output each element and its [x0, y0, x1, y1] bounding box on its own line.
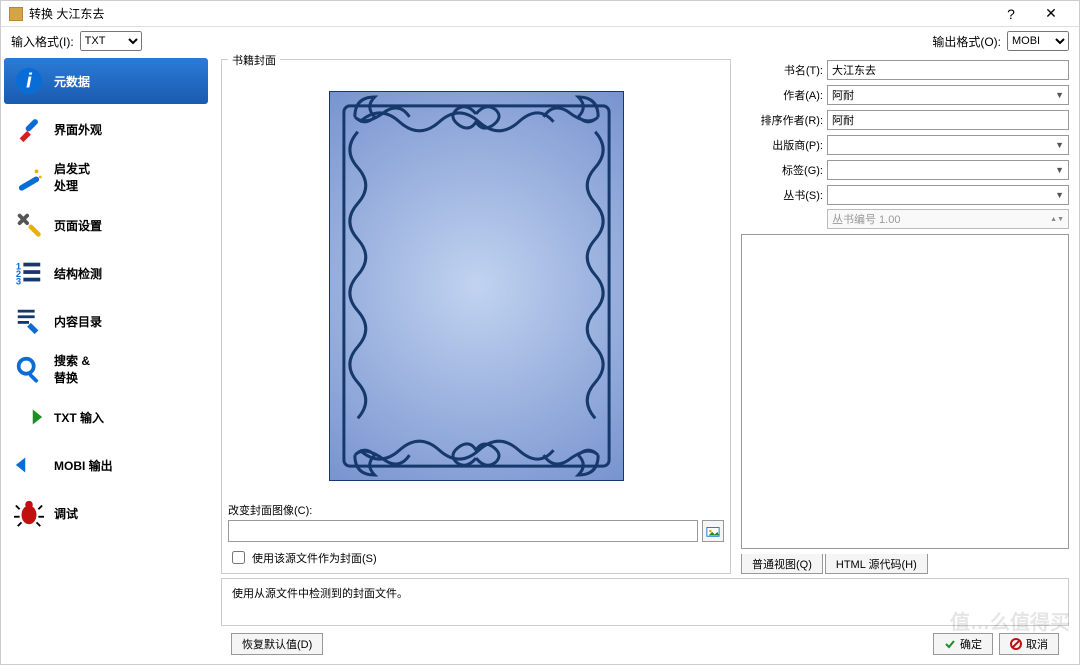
book-cover-image: [329, 91, 624, 481]
check-icon: [944, 638, 956, 650]
output-arrow-icon: [14, 450, 44, 480]
tags-combo[interactable]: ▼: [827, 160, 1069, 180]
info-panel: 使用从源文件中检测到的封面文件。: [221, 578, 1069, 626]
series-label: 丛书(S):: [741, 187, 823, 203]
series-combo[interactable]: ▼: [827, 185, 1069, 205]
restore-defaults-button[interactable]: 恢复默认值(D): [231, 633, 323, 655]
brush-icon: [14, 114, 44, 144]
sidebar-item-debug[interactable]: 调试: [4, 490, 208, 536]
sort-author-input[interactable]: [827, 110, 1069, 130]
comments-editor[interactable]: [741, 234, 1069, 549]
publisher-label: 出版商(P):: [741, 137, 823, 153]
sidebar-item-label: 元数据: [54, 73, 90, 90]
bug-icon: [14, 498, 44, 528]
sidebar-item-label: TXT 输入: [54, 409, 104, 426]
input-format-label: 输入格式(I):: [11, 33, 74, 50]
use-source-cover-checkbox[interactable]: [232, 551, 245, 564]
tab-normal-view[interactable]: 普通视图(Q): [741, 554, 823, 574]
help-button[interactable]: ?: [991, 6, 1031, 22]
cover-path-input[interactable]: [228, 520, 698, 542]
sidebar-item-page-setup[interactable]: 页面设置: [4, 202, 208, 248]
input-format-select[interactable]: TXT: [80, 31, 142, 51]
sidebar-item-heuristic[interactable]: 启发式 处理: [4, 154, 208, 200]
ok-button[interactable]: 确定: [933, 633, 993, 655]
series-number-spinner[interactable]: 丛书编号 1.00 ▲▼: [827, 209, 1069, 229]
sidebar-item-structure[interactable]: 123 结构检测: [4, 250, 208, 296]
publisher-combo[interactable]: ▼: [827, 135, 1069, 155]
sidebar-item-label: 调试: [54, 505, 78, 522]
list-icon: 123: [14, 258, 44, 288]
sidebar-item-label: 结构检测: [54, 265, 102, 282]
sidebar-item-label: 界面外观: [54, 121, 102, 138]
sidebar-item-metadata[interactable]: i 元数据: [4, 58, 208, 104]
output-format-select[interactable]: MOBI: [1007, 31, 1069, 51]
info-icon: i: [14, 66, 44, 96]
close-button[interactable]: ✕: [1031, 5, 1071, 22]
sidebar-item-search-replace[interactable]: 搜索 & 替换: [4, 346, 208, 392]
sidebar-item-label: MOBI 输出: [54, 457, 113, 474]
sidebar-item-label: 页面设置: [54, 217, 102, 234]
app-icon: [9, 7, 23, 21]
author-label: 作者(A):: [741, 87, 823, 103]
toc-icon: [14, 306, 44, 336]
sidebar-item-toc[interactable]: 内容目录: [4, 298, 208, 344]
cover-legend: 书籍封面: [228, 52, 280, 68]
tab-html-source[interactable]: HTML 源代码(H): [825, 554, 928, 574]
wand-icon: [14, 162, 44, 192]
sort-author-label: 排序作者(R):: [741, 112, 823, 128]
sidebar-item-label: 内容目录: [54, 313, 102, 330]
tools-icon: [14, 210, 44, 240]
use-source-cover-label: 使用该源文件作为封面(S): [252, 550, 377, 566]
change-cover-label: 改变封面图像(C):: [228, 502, 724, 518]
svg-text:3: 3: [16, 276, 21, 286]
info-text: 使用从源文件中检测到的封面文件。: [232, 588, 408, 600]
cancel-button[interactable]: 取消: [999, 633, 1059, 655]
sidebar: i 元数据 界面外观 启发式 处理 页面设置: [1, 55, 211, 664]
sidebar-item-mobi-output[interactable]: MOBI 输出: [4, 442, 208, 488]
window-title: 转换 大江东去: [29, 5, 991, 22]
browse-cover-button[interactable]: [702, 520, 724, 542]
search-icon: [14, 354, 44, 384]
author-combo[interactable]: 阿耐▼: [827, 85, 1069, 105]
title-input[interactable]: [827, 60, 1069, 80]
sidebar-item-label: 搜索 & 替换: [54, 352, 90, 386]
cancel-icon: [1010, 638, 1022, 650]
input-arrow-icon: [14, 402, 44, 432]
sidebar-item-txt-input[interactable]: TXT 输入: [4, 394, 208, 440]
tags-label: 标签(G):: [741, 162, 823, 178]
output-format-label: 输出格式(O):: [932, 33, 1001, 50]
sidebar-item-label: 启发式 处理: [54, 160, 90, 194]
sidebar-item-look[interactable]: 界面外观: [4, 106, 208, 152]
title-label: 书名(T):: [741, 62, 823, 78]
